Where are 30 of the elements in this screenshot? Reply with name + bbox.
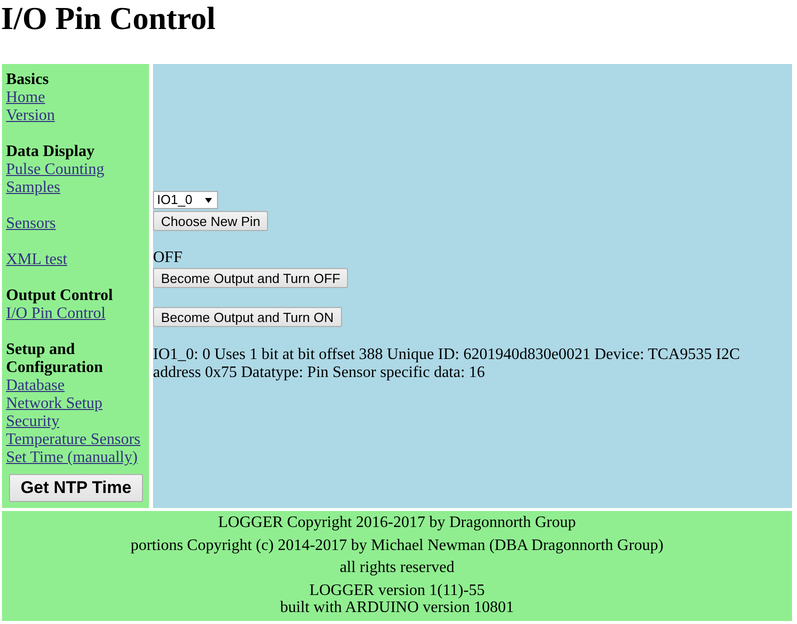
choose-pin-button[interactable]: Choose New Pin (153, 211, 268, 231)
nav-link[interactable]: Set Time (manually) (6, 449, 138, 467)
nav-link[interactable]: Database (6, 377, 65, 395)
version-text: built with ARDUINO version 10801 (280, 599, 514, 616)
nav-link[interactable]: XML test (6, 251, 68, 269)
nav-link[interactable]: Pulse Counting (6, 161, 104, 179)
copyright-text: all rights reserved (340, 558, 454, 578)
nav-link[interactable]: Version (6, 107, 55, 125)
copyright-text: LOGGER Copyright 2016-2017 by Dragonnorth Group (218, 513, 576, 533)
pin-select[interactable]: IO1_0 (153, 191, 218, 209)
caret-icon (205, 198, 212, 202)
get-ntp-time-button[interactable]: Get NTP Time (9, 474, 143, 502)
nav-link[interactable]: Security (6, 413, 60, 431)
section-heading: Data Display (6, 143, 94, 161)
nav-link[interactable]: Temperature Sensors (6, 431, 140, 449)
nav-link[interactable]: I/O Pin Control (6, 305, 106, 323)
pin-state: OFF (153, 249, 182, 267)
page-title: I/O Pin Control (0, 0, 216, 38)
nav-link[interactable]: Network Setup (6, 395, 102, 413)
nav-link[interactable]: Home (6, 89, 46, 107)
nav-link[interactable]: Sensors (6, 215, 56, 233)
pin-info: IO1_0: 0 Uses 1 bit at bit offset 388 Unique ID: 6201940d830e0021 Device: TCA9535 I2C address 0x75 Datatype: Pin Sensor specific data: 16 (153, 346, 741, 382)
section-heading: Output Control (6, 287, 113, 305)
section-heading: Basics (6, 71, 49, 89)
version-text: LOGGER version 1(11)-55 (309, 582, 485, 599)
turn-off-button[interactable]: Become Output and Turn OFF (153, 268, 348, 288)
section-heading: Setup and Configuration (6, 341, 104, 377)
nav-link[interactable]: Samples (6, 179, 60, 197)
turn-on-button[interactable]: Become Output and Turn ON (153, 307, 342, 327)
copyright-text: portions Copyright (c) 2014-2017 by Michael Newman (DBA Dragonnorth Group) (130, 536, 664, 556)
